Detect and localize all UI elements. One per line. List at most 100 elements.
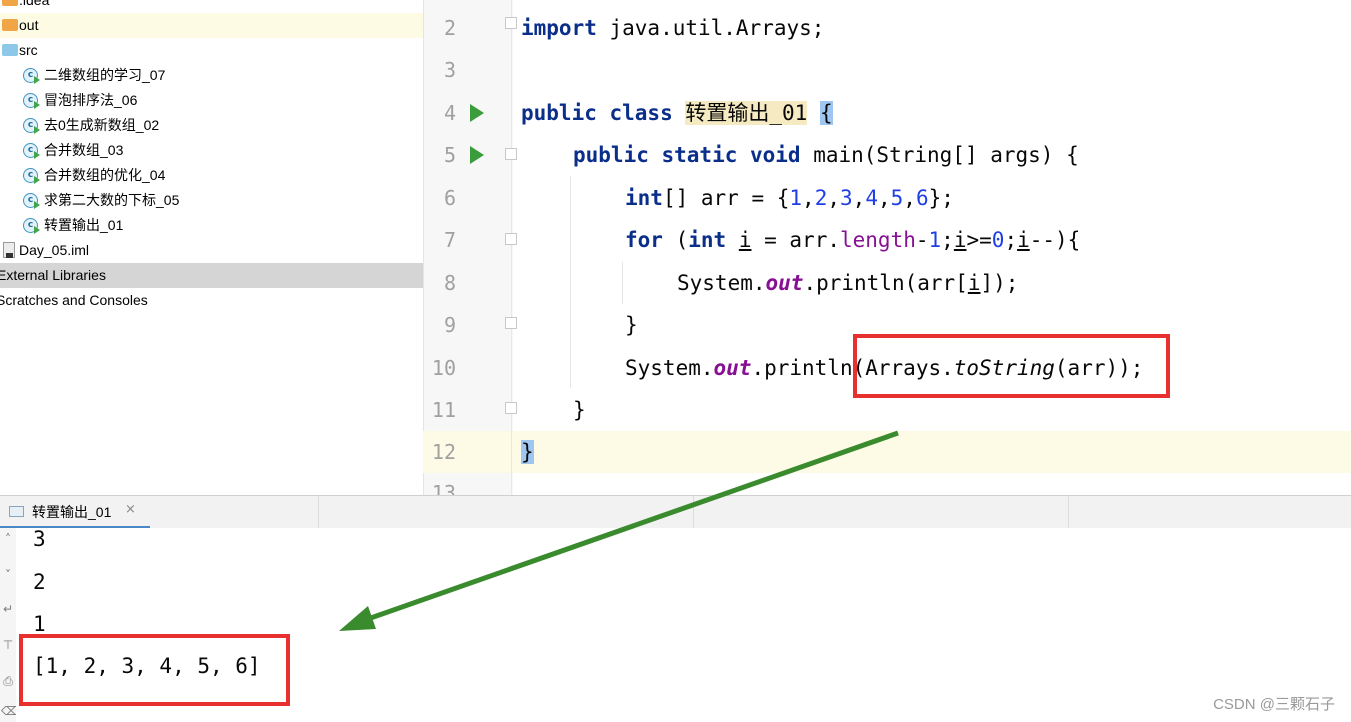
tree-item-class[interactable]: c 合并数组_03: [0, 138, 423, 163]
tree-item-label: out: [19, 17, 39, 33]
field: out: [765, 271, 804, 295]
tree-item-label: 去0生成新数组_02: [44, 117, 160, 133]
code-text: java.util.Arrays;: [596, 16, 825, 40]
pin-icon[interactable]: ⊤: [1, 638, 15, 652]
number-literal: 1: [928, 228, 942, 252]
tree-item-class[interactable]: c 去0生成新数组_02: [0, 113, 423, 138]
java-class-icon: c: [23, 168, 40, 184]
scroll-up-icon[interactable]: ˄: [1, 532, 15, 546]
keyword: int: [688, 228, 727, 252]
code-text: >=: [966, 228, 992, 252]
fold-icon[interactable]: [505, 402, 517, 414]
tree-item-iml[interactable]: Day_05.iml: [0, 238, 423, 263]
project-tree: .idea out src c 二维数组的学习_07 c 冒泡排序法_06 c …: [0, 0, 423, 495]
iml-file-icon: [3, 242, 15, 258]
line-number: 5: [443, 143, 456, 167]
line-number: 12: [431, 440, 456, 464]
keyword: for: [625, 228, 663, 252]
console-line: 1: [33, 612, 46, 636]
print-icon[interactable]: ⎙: [1, 674, 15, 689]
code-line-12: }: [521, 431, 534, 473]
fold-icon[interactable]: [505, 148, 517, 160]
close-icon[interactable]: ×: [125, 502, 136, 517]
code-text: ]);: [980, 271, 1019, 295]
line-number: 6: [443, 186, 456, 210]
tree-item-label: .idea: [19, 0, 50, 8]
tree-item-class[interactable]: c 求第二大数的下标_05: [0, 188, 423, 213]
code-line-5: public static void main(String[] args) {: [573, 134, 1079, 176]
fold-icon[interactable]: [505, 317, 517, 329]
code-text: System.: [677, 271, 766, 295]
tree-item-label: 求第二大数的下标_05: [44, 192, 180, 208]
run-toolbar: ˄ ˅ ↵ ⊤ ⎙ ⌫: [0, 528, 18, 722]
run-tab[interactable]: 转置输出_01 ×: [0, 496, 150, 529]
tree-item-out[interactable]: out: [0, 13, 423, 38]
tree-item-label: 合并数组_03: [44, 142, 124, 158]
run-main-icon[interactable]: [470, 146, 484, 164]
code-line-2: import java.util.Arrays;: [521, 7, 824, 49]
code-text: -: [915, 228, 929, 252]
field: out: [713, 356, 752, 380]
line-number: 7: [443, 228, 456, 252]
run-class-icon[interactable]: [470, 104, 484, 122]
indent-guide: [570, 176, 571, 388]
code-line-4: public class 转置输出_01 {: [521, 92, 833, 134]
annotation-box-output: [19, 634, 290, 706]
java-class-icon: c: [23, 93, 40, 109]
console-icon: [9, 506, 24, 517]
fold-icon[interactable]: [505, 17, 517, 29]
tree-item-label: Scratches and Consoles: [0, 292, 148, 308]
tree-item-idea[interactable]: .idea: [0, 0, 423, 13]
folder-icon: [2, 19, 18, 31]
code-text: (: [662, 228, 689, 252]
tree-item-src[interactable]: src: [0, 38, 423, 63]
code-text: .println(arr[: [803, 271, 968, 295]
line-number: 11: [431, 398, 456, 422]
line-number: 13: [431, 481, 456, 495]
divider: [693, 496, 694, 529]
tree-item-class[interactable]: c 合并数组的优化_04: [0, 163, 423, 188]
keyword: public class: [521, 101, 673, 125]
delete-icon[interactable]: ⌫: [1, 704, 18, 718]
divider: [1068, 496, 1069, 529]
code-text: System.: [625, 356, 714, 380]
java-class-icon: c: [23, 218, 40, 234]
java-class-icon: c: [23, 118, 40, 134]
tree-item-class[interactable]: c 二维数组的学习_07: [0, 63, 423, 88]
number-literal: 3: [840, 186, 853, 210]
code-line-11: }: [573, 389, 586, 431]
number-literal: 1: [789, 186, 803, 210]
fold-icon[interactable]: [505, 233, 517, 245]
tree-item-label: 二维数组的学习_07: [44, 67, 166, 83]
tree-item-label: 转置输出_01: [44, 217, 124, 233]
code-line-6: int[] arr = {1,2,3,4,5,6};: [625, 186, 954, 210]
code-text: [] arr = {: [662, 186, 790, 210]
console-line: 3: [33, 527, 46, 551]
watermark: CSDN @三颗石子: [1213, 696, 1335, 713]
tree-item-label: src: [19, 42, 38, 58]
keyword: public static void: [573, 143, 801, 167]
tree-item-external-libraries[interactable]: External Libraries: [0, 263, 423, 288]
divider: [318, 496, 319, 529]
number-literal: 2: [814, 186, 828, 210]
keyword: int: [625, 186, 663, 210]
soft-wrap-icon[interactable]: ↵: [1, 602, 15, 616]
scroll-down-icon[interactable]: ˅: [1, 568, 15, 582]
current-line-highlight: [423, 431, 1351, 473]
folder-icon: [2, 0, 18, 6]
java-class-icon: c: [23, 143, 40, 159]
tree-item-scratches[interactable]: Scratches and Consoles: [0, 288, 423, 313]
run-panel-header: 转置输出_01 ×: [0, 495, 1351, 529]
code-text: ;: [1004, 228, 1018, 252]
tree-item-class[interactable]: c 转置输出_01: [0, 213, 423, 238]
field: length: [840, 228, 916, 252]
annotation-box-code: [853, 334, 1170, 398]
variable: i: [953, 228, 967, 252]
tree-item-class[interactable]: c 冒泡排序法_06: [0, 88, 423, 113]
line-number: 3: [443, 58, 456, 82]
class-name: 转置输出_01: [685, 101, 808, 125]
line-number: 8: [443, 271, 456, 295]
folder-icon: [2, 44, 18, 56]
gutter-separator: [511, 0, 512, 495]
code-text: }: [573, 398, 586, 422]
